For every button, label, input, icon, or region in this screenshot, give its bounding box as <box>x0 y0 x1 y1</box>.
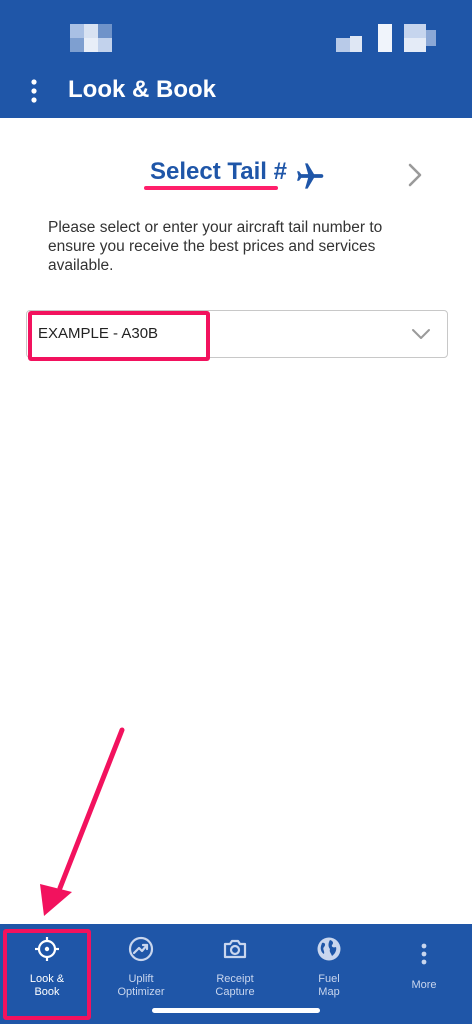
heading-annotation-underline <box>144 186 278 190</box>
chevron-right-icon[interactable] <box>404 162 426 188</box>
page-title: Look & Book <box>68 76 216 103</box>
camera-icon <box>223 939 247 959</box>
airplane-icon <box>297 163 324 189</box>
more-vertical-icon[interactable] <box>22 78 46 104</box>
app-bar: Look & Book <box>0 64 472 118</box>
status-time-blurred <box>70 24 112 52</box>
nav-label: Receipt Capture <box>215 973 255 998</box>
status-bar <box>0 0 472 64</box>
select-tail-heading: Select Tail # <box>150 158 287 185</box>
chevron-down-icon <box>412 329 430 339</box>
nav-label: Uplift Optimizer <box>117 973 165 998</box>
globe-icon <box>317 937 341 961</box>
tail-select-panel: Select Tail # Please select or enter you… <box>0 118 472 924</box>
more-vertical-icon <box>421 943 427 965</box>
nav-annotation-box <box>3 929 91 1020</box>
select-annotation-box <box>28 311 210 361</box>
trend-up-icon <box>128 936 154 962</box>
nav-label: More <box>411 979 437 991</box>
nav-label: Fuel Map <box>318 973 340 998</box>
nav-more[interactable]: More <box>377 924 471 1024</box>
status-icons-blurred <box>336 24 436 52</box>
instructions-text: Please select or enter your aircraft tai… <box>48 219 383 274</box>
home-indicator <box>152 1008 320 1013</box>
